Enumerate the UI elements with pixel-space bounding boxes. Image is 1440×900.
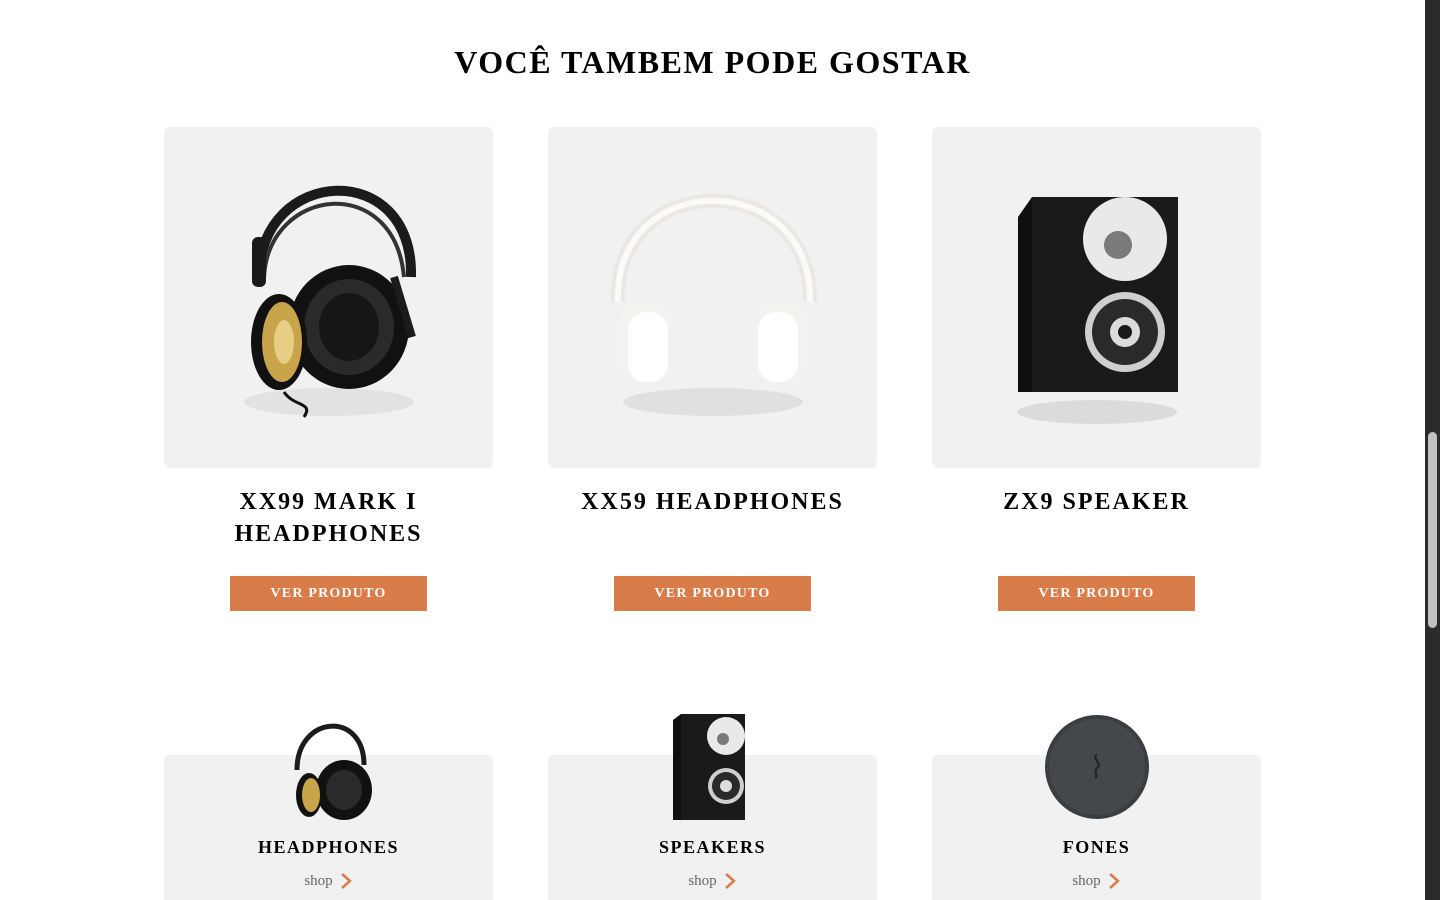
black-gold-headphones-icon bbox=[244, 185, 417, 418]
white-headphones-icon bbox=[610, 193, 818, 416]
product-card-xx99-mark-i: XX99 MARK I HEADPHONES VER PRODUTO bbox=[164, 127, 493, 611]
category-card-fones[interactable]: FONES shop bbox=[932, 715, 1261, 900]
ver-produto-button[interactable]: VER PRODUTO bbox=[230, 576, 427, 611]
product-name: XX99 MARK I HEADPHONES bbox=[234, 489, 423, 547]
shop-link[interactable]: shop bbox=[548, 872, 877, 890]
section-title: VOCÊ TAMBEM PODE GOSTAR bbox=[454, 44, 971, 80]
scrollbar-thumb[interactable] bbox=[1428, 432, 1437, 628]
ver-produto-button[interactable]: VER PRODUTO bbox=[614, 576, 811, 611]
category-card-headphones[interactable]: HEADPHONES shop bbox=[164, 723, 493, 900]
shop-link-label: shop bbox=[1072, 872, 1101, 889]
earphones-case-thumbnail-icon bbox=[1044, 715, 1149, 819]
product-card-xx59: XX59 HEADPHONES VER PRODUTO bbox=[548, 127, 877, 611]
scrollbar[interactable] bbox=[1425, 0, 1440, 900]
category-card-speakers[interactable]: SPEAKERS shop bbox=[548, 714, 877, 900]
category-name: SPEAKERS bbox=[658, 837, 767, 857]
speaker-thumbnail-icon bbox=[672, 714, 745, 820]
speaker-icon bbox=[1017, 197, 1178, 424]
category-name: FONES bbox=[1062, 837, 1131, 857]
product-image-xx99-mark-i[interactable] bbox=[164, 127, 493, 468]
product-name: ZX9 SPEAKER bbox=[1003, 489, 1190, 515]
category-name: HEADPHONES bbox=[257, 837, 400, 857]
page: VOCÊ TAMBEM PODE GOSTAR XX99 MARK I HEAD… bbox=[0, 0, 1425, 900]
chevron-right-icon bbox=[1108, 873, 1120, 889]
ver-produto-button[interactable]: VER PRODUTO bbox=[998, 576, 1195, 611]
product-image-xx59[interactable] bbox=[548, 127, 877, 468]
chevron-right-icon bbox=[724, 873, 736, 889]
chevron-right-icon bbox=[340, 873, 352, 889]
shop-link[interactable]: shop bbox=[164, 872, 493, 890]
shop-link-label: shop bbox=[688, 872, 717, 889]
headphones-thumbnail-icon bbox=[294, 723, 372, 820]
product-name: XX59 HEADPHONES bbox=[581, 489, 844, 515]
product-image-zx9[interactable] bbox=[932, 127, 1261, 468]
shop-link-label: shop bbox=[304, 872, 333, 889]
shop-link[interactable]: shop bbox=[932, 872, 1261, 890]
product-card-zx9: ZX9 SPEAKER VER PRODUTO bbox=[932, 127, 1261, 611]
